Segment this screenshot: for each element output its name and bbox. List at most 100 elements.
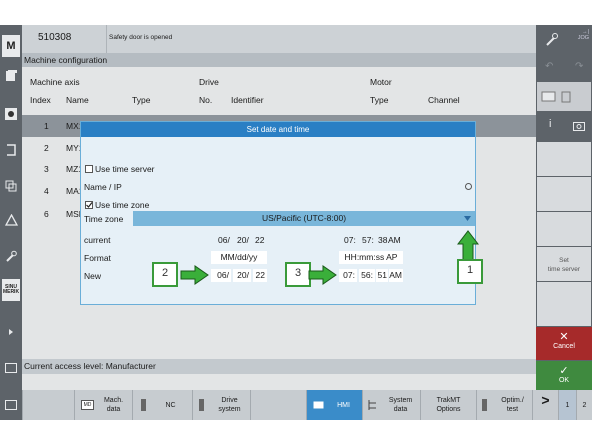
name-ip-label: Name / IP <box>84 182 122 192</box>
use-time-zone-label: Use time zone <box>95 200 150 210</box>
hmi-softkey[interactable]: HMI <box>306 390 362 420</box>
status-bar: 510308 Safety door is opened <box>22 25 536 53</box>
page-1-button[interactable]: 1 <box>558 390 576 420</box>
softkey-blank-2[interactable] <box>537 177 591 211</box>
machine-m-icon[interactable]: M <box>2 35 20 57</box>
window-icon[interactable] <box>2 357 20 379</box>
new-second-field[interactable]: 51 <box>376 269 388 282</box>
system-data-softkey[interactable]: System data <box>362 390 420 420</box>
screen-icon <box>5 400 17 410</box>
hmi-screen: M SINU MERIK 510308 Safety door is opened… <box>0 25 592 420</box>
current-day: 20/ <box>237 235 249 245</box>
new-month-field[interactable]: 06/ <box>211 269 231 282</box>
camera-icon <box>573 122 585 131</box>
back-softkey[interactable] <box>0 390 22 420</box>
time-zone-select[interactable]: US/Pacific (UTC-8:00) <box>133 211 475 226</box>
redo-icon: ↷ <box>575 61 584 72</box>
annotation-2: 2 <box>152 262 178 287</box>
alarm-message: Safety door is opened <box>106 25 172 53</box>
settings-softkey[interactable]: →| JOG <box>537 25 591 53</box>
left-sidebar: M SINU MERIK <box>0 25 22 420</box>
arrow-right-icon <box>180 265 209 285</box>
new-year-field[interactable]: 22 <box>253 269 267 282</box>
softkey-empty-2[interactable] <box>250 390 306 420</box>
new-hour-field[interactable]: 07: <box>339 269 357 282</box>
page-2-button[interactable]: 2 <box>576 390 592 420</box>
next-page-arrow[interactable]: > <box>532 390 558 420</box>
softkey-blank-4[interactable] <box>537 282 591 326</box>
status-circle-icon <box>465 183 472 190</box>
access-level: Current access level: Manufacturer <box>22 359 536 374</box>
group-motor: Motor <box>370 77 392 87</box>
machine-number: 510308 <box>38 32 72 43</box>
current-label: current <box>84 235 111 245</box>
col-index: Index <box>30 95 51 105</box>
monitor-icon <box>541 91 571 103</box>
nc-bar-icon <box>141 399 146 411</box>
md-icon: MD <box>81 400 94 410</box>
info-softkey[interactable]: i <box>537 112 591 141</box>
expand-arrow-icon[interactable] <box>2 321 20 343</box>
chevron-down-icon <box>464 216 471 221</box>
nc-softkey[interactable]: NC <box>132 390 192 420</box>
group-drive: Drive <box>199 77 219 87</box>
new-label: New <box>84 271 102 281</box>
wrench-icon <box>546 33 558 46</box>
set-date-time-dialog: Set date and time Use time server Name /… <box>80 121 476 305</box>
cancel-button[interactable]: ✕ Cancel <box>536 327 592 360</box>
current-second: 38 <box>378 235 388 245</box>
bracket-icon[interactable] <box>2 139 20 161</box>
alarm-triangle-icon[interactable] <box>2 209 20 231</box>
current-hour: 07: <box>344 235 356 245</box>
undo-softkey[interactable]: ↶ ↷ <box>537 54 591 81</box>
softkey-blank-1[interactable] <box>537 142 591 176</box>
program-icon[interactable] <box>2 65 20 87</box>
col-name: Name <box>66 95 89 105</box>
col-motor-type: Type <box>370 95 389 105</box>
current-month: 06/ <box>218 235 230 245</box>
group-machine-axis: Machine axis <box>30 77 80 87</box>
col-channel: Channel <box>428 95 460 105</box>
tree-icon <box>368 400 376 410</box>
new-day-field[interactable]: 20/ <box>233 269 251 282</box>
format-label: Format <box>84 253 111 263</box>
optim-test-softkey[interactable]: Optim./ test <box>476 390 532 420</box>
copy-icon[interactable] <box>2 175 20 197</box>
monitor-icon <box>313 401 324 409</box>
new-ampm-field[interactable]: AM <box>389 269 403 282</box>
optim-bar-icon <box>482 399 487 411</box>
col-no: No. <box>199 95 213 105</box>
arrow-up-icon <box>457 230 479 262</box>
mach-data-softkey[interactable]: MD Mach. data <box>74 390 132 420</box>
use-time-server-checkbox[interactable] <box>85 165 93 173</box>
current-ampm: AM <box>388 235 401 245</box>
wrench-icon[interactable] <box>2 245 20 267</box>
current-year: 22 <box>255 235 265 245</box>
trakmt-options-softkey[interactable]: TrakMT Options <box>420 390 476 420</box>
sinumerik-icon[interactable]: SINU MERIK <box>2 279 20 301</box>
softkey-empty-1[interactable] <box>22 390 74 420</box>
softkey-blank-3[interactable] <box>537 212 591 246</box>
undo-icon: ↶ <box>545 61 554 72</box>
view-softkey[interactable] <box>537 82 591 111</box>
info-icon: i <box>549 118 552 130</box>
use-time-server-label: Use time server <box>95 164 155 174</box>
arrow-right-icon <box>308 265 337 285</box>
checkmark-icon <box>86 202 93 208</box>
parameter-icon[interactable] <box>2 103 20 125</box>
use-time-zone-checkbox[interactable] <box>85 201 93 209</box>
bottom-softkey-bar: MD Mach. data NC Drive system HMI System… <box>0 390 592 420</box>
col-identifier: Identifier <box>231 95 264 105</box>
page-title: Machine configuration <box>22 53 536 67</box>
drive-system-softkey[interactable]: Drive system <box>192 390 250 420</box>
set-time-server-softkey[interactable]: Set time server <box>537 247 591 281</box>
time-zone-label: Time zone <box>84 214 124 224</box>
new-minute-field[interactable]: 56: <box>359 269 375 282</box>
close-icon: ✕ <box>559 331 569 343</box>
time-format-field[interactable]: HH:mm:ss AP <box>339 251 403 264</box>
drive-bar-icon <box>199 399 204 411</box>
dialog-title: Set date and time <box>81 122 475 137</box>
mode-label: →| JOG <box>577 29 589 41</box>
checkmark-icon: ✓ <box>559 365 569 377</box>
date-format-field[interactable]: MM/dd/yy <box>211 251 267 264</box>
